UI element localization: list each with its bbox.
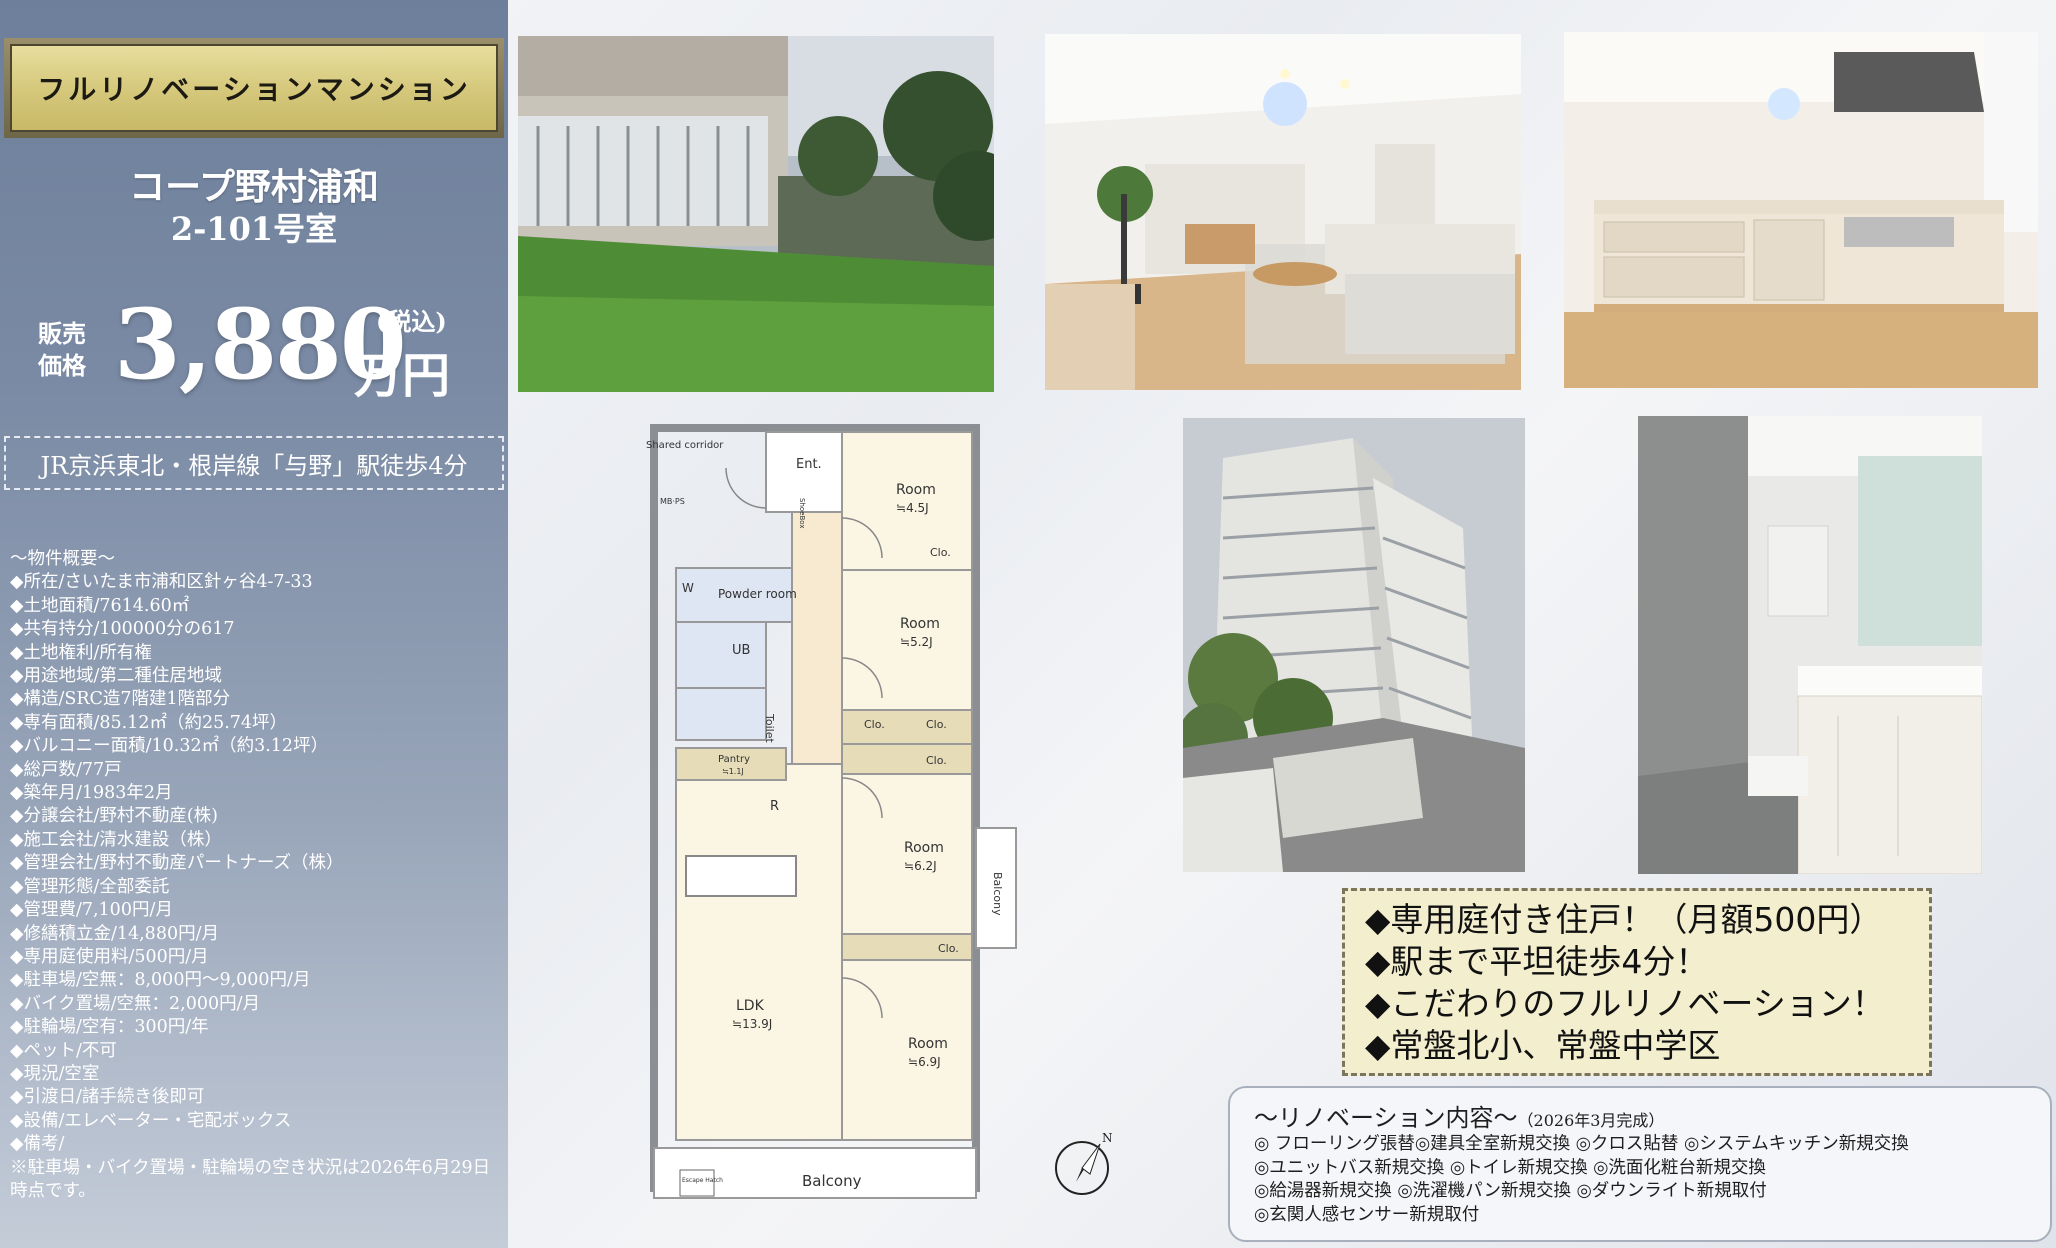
overview-item: ◆専有面積/85.12㎡（約25.74坪） xyxy=(10,712,288,733)
overview-item: ◆分譲会社/野村不動産(株) xyxy=(10,806,219,827)
overview-item: ◆現況/空室 xyxy=(10,1063,100,1084)
fp-mbps: MB·PS xyxy=(660,497,685,506)
overview-item: ◆総戸数/77戸 xyxy=(10,759,122,780)
feature-item: ◆専用庭付き住戸！（月額500円） xyxy=(1365,900,1883,939)
renovation-title: ～リノベーション内容～（2026年3月完成） xyxy=(1254,1098,2026,1133)
fp-balcony-side: Balcony xyxy=(991,872,1004,916)
fp-shoebox: ShoeBox xyxy=(798,498,806,528)
price-label-line2: 価格 xyxy=(38,351,86,380)
overview-item: ◆土地面積/7614.60㎡ xyxy=(10,595,190,616)
overview-item: ◆引渡日/諸手続き後即可 xyxy=(10,1087,205,1108)
property-overview: ～物件概要～ ◆所在/さいたま市浦和区針ヶ谷4-7-33 ◆土地面積/7614.6… xyxy=(10,548,504,1203)
renovation-completion: （2026年3月完成） xyxy=(1517,1111,1665,1130)
fp-balcony-bottom: Balcony xyxy=(802,1172,862,1190)
fp-room1-size: ≒4.5J xyxy=(896,501,929,515)
fp-room3-size: ≒6.2J xyxy=(904,859,937,873)
fp-closet2: Clo. xyxy=(864,718,885,731)
floor-plan: Shared corridor MB·PS Ent. ShoeBox W Pow… xyxy=(626,418,1038,1216)
info-panel: フルリノベーションマンション コープ野村浦和 2-101号室 販売 価格 3,8… xyxy=(0,0,508,1248)
fp-unit-bath: UB xyxy=(732,643,750,658)
living-room-photo xyxy=(1045,34,1521,390)
renovation-details: ～リノベーション内容～（2026年3月完成） ◎ フローリング張替◎建具全室新規… xyxy=(1228,1086,2052,1242)
fp-ldk-size: ≒13.9J xyxy=(732,1017,772,1031)
feature-item: ◆駅まで平坦徒歩4分！ xyxy=(1365,942,1709,981)
property-name: コープ野村浦和 xyxy=(129,166,379,208)
overview-item: ◆バルコニー面積/10.32㎡（約3.12坪） xyxy=(10,736,329,757)
overview-item: ◆備考/ xyxy=(10,1134,65,1155)
overview-item: ◆管理形態/全部委託 xyxy=(10,876,170,897)
renovation-line: ◎給湯器新規交換 ◎洗濯機パン新規交換 ◎ダウンライト新規取付 xyxy=(1254,1181,1767,1201)
category-badge: フルリノベーションマンション xyxy=(4,38,504,138)
renovation-line: ◎玄関人感センサー新規取付 xyxy=(1254,1204,1480,1225)
fp-shared-corridor: Shared corridor xyxy=(646,440,724,451)
overview-item: ◆構造/SRC造7階建1階部分 xyxy=(10,689,231,710)
feature-item: ◆常盤北小、常盤中学区 xyxy=(1365,1026,1721,1065)
overview-item: ◆土地権利/所有権 xyxy=(10,642,152,663)
fp-room3: Room xyxy=(904,840,944,856)
renovation-line: ◎ フローリング張替◎建具全室新規交換 ◎クロス貼替 ◎システムキッチン新規交換 xyxy=(1254,1134,1909,1154)
fp-closet4: Clo. xyxy=(926,754,947,767)
fp-toilet: Toilet xyxy=(763,713,776,743)
room-number: 2-101号室 xyxy=(170,210,338,248)
garden-photo xyxy=(518,36,994,392)
fp-escape-hatch: Escape Hatch xyxy=(682,1177,723,1184)
fp-closet3: Clo. xyxy=(926,718,947,731)
overview-item: ◆バイク置場/空無：2,000円/月 xyxy=(10,993,260,1014)
compass-n-label: N xyxy=(1102,1131,1113,1145)
fp-ldk: LDK xyxy=(736,998,765,1014)
station-access: JR京浜東北・根岸線「与野」駅徒歩4分 xyxy=(4,436,504,490)
fp-room1: Room xyxy=(896,482,936,498)
fp-entrance: Ent. xyxy=(796,457,822,472)
overview-note: ※駐車場・バイク置場・駐輪場の空き状況は2026年6月29日時点です。 xyxy=(10,1157,491,1201)
overview-item: ◆築年月/1983年2月 xyxy=(10,783,173,804)
overview-item: ◆所在/さいたま市浦和区針ヶ谷4-7-33 xyxy=(10,572,313,593)
overview-item: ◆駐輪場/空有：300円/年 xyxy=(10,1017,209,1038)
renovation-title-text: ～リノベーション内容～ xyxy=(1254,1104,1518,1132)
overview-list: ◆所在/さいたま市浦和区針ヶ谷4-7-33 ◆土地面積/7614.60㎡ ◆共有持分… xyxy=(10,571,504,1156)
renovation-list: ◎ フローリング張替◎建具全室新規交換 ◎クロス貼替 ◎システムキッチン新規交換… xyxy=(1254,1133,2026,1227)
overview-item: ◆ペット/不可 xyxy=(10,1040,117,1061)
renovation-line: ◎ユニットバス新規交換 ◎トイレ新規交換 ◎洗面化粧台新規交換 xyxy=(1254,1157,1766,1178)
fp-pantry-size: ≒1.1J xyxy=(722,767,744,776)
fp-room4-size: ≒6.9J xyxy=(908,1055,941,1069)
fp-refrigerator: R xyxy=(770,799,779,814)
overview-item: ◆管理会社/野村不動産パートナーズ（株） xyxy=(10,853,344,874)
overview-item: ◆用途地域/第二種住居地域 xyxy=(10,666,222,687)
overview-item: ◆駐車場/空無：8,000円～9,000円/月 xyxy=(10,970,311,991)
category-badge-text: フルリノベーションマンション xyxy=(10,44,498,132)
overview-item: ◆共有持分/100000分の617 xyxy=(10,619,235,640)
fp-room2-size: ≒5.2J xyxy=(900,635,933,649)
overview-item: ◆専用庭使用料/500円/月 xyxy=(10,946,209,967)
price-label: 販売 価格 xyxy=(38,318,98,382)
price-tax-note: (税込) xyxy=(376,307,447,336)
washroom-photo xyxy=(1638,416,1982,874)
overview-item: ◆修繕積立金/14,880円/月 xyxy=(10,923,219,944)
kitchen-photo xyxy=(1564,32,2038,388)
fp-room2: Room xyxy=(900,616,940,632)
compass-icon: N xyxy=(1054,1128,1114,1198)
feature-highlights: ◆専用庭付き住戸！（月額500円） ◆駅まで平坦徒歩4分！ ◆こだわりのフルリノ… xyxy=(1342,888,1932,1076)
overview-item: ◆設備/エレベーター・宅配ボックス xyxy=(10,1110,292,1131)
fp-room4: Room xyxy=(908,1036,948,1052)
fp-washer: W xyxy=(682,581,694,595)
price-unit: 万円 xyxy=(354,348,451,404)
price-label-line1: 販売 xyxy=(38,319,86,348)
building-exterior-photo xyxy=(1183,418,1525,872)
overview-item: ◆管理費/7,100円/月 xyxy=(10,900,173,921)
fp-closet5: Clo. xyxy=(938,942,959,955)
overview-item: ◆施工会社/清水建設（株） xyxy=(10,829,222,850)
feature-item: ◆こだわりのフルリノベーション！ xyxy=(1365,984,1885,1023)
overview-title: ～物件概要～ xyxy=(10,549,115,569)
fp-pantry: Pantry xyxy=(718,754,750,765)
fp-powder-room: Powder room xyxy=(718,587,797,601)
fp-closet1: Clo. xyxy=(930,546,951,559)
